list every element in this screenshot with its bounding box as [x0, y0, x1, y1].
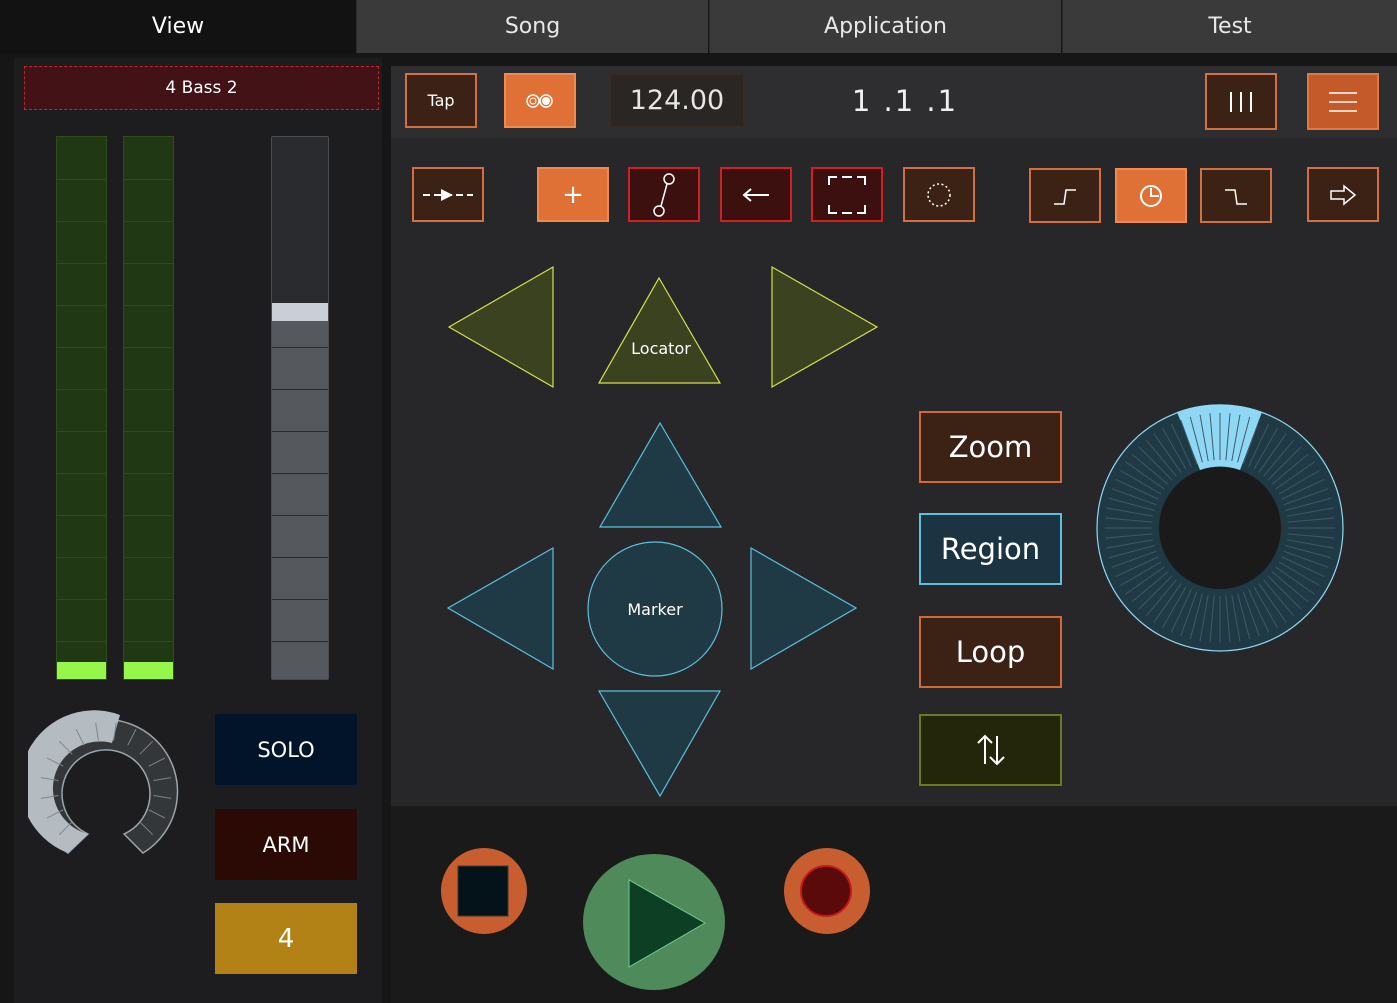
meter-fill [124, 662, 173, 679]
dotted-circle-icon [927, 182, 951, 207]
stop-button[interactable] [438, 846, 530, 938]
play-button[interactable] [581, 852, 729, 992]
solo-button[interactable]: SOLO [215, 714, 357, 785]
jog-wheel[interactable] [1090, 400, 1350, 660]
hamburger-icon [1329, 91, 1357, 112]
region-mode-button[interactable]: Region [919, 513, 1062, 585]
up-down-button[interactable] [919, 714, 1062, 786]
record-button[interactable] [782, 846, 874, 938]
fade-out-icon [1225, 188, 1247, 205]
bpm-display[interactable]: 124.00 [609, 73, 745, 128]
dashed-arrow-icon [423, 188, 473, 201]
marker-label: Marker [627, 600, 683, 619]
track-number-button[interactable]: 4 [215, 903, 357, 974]
marker-up-button[interactable] [598, 421, 723, 528]
zoom-mode-button[interactable]: Zoom [919, 411, 1062, 483]
marker-down-button[interactable] [597, 690, 722, 798]
locator-right-button[interactable] [771, 265, 879, 389]
node-link-icon [653, 172, 675, 217]
double-circle-icon [526, 93, 553, 108]
link-button[interactable] [628, 167, 700, 222]
marker-right-button[interactable] [750, 546, 858, 671]
locator-label: Locator [631, 339, 691, 358]
metronome-button[interactable] [504, 73, 576, 128]
forward-button[interactable] [1307, 167, 1379, 222]
meter-fill [57, 662, 106, 679]
tap-tempo-button[interactable]: Tap [405, 73, 477, 128]
track-name-label[interactable]: 4 Bass 2 [24, 66, 379, 110]
up-down-arrows-icon [976, 734, 1005, 766]
clock-button[interactable] [1115, 168, 1187, 223]
menu-button[interactable] [1307, 73, 1379, 130]
fade-out-button[interactable] [1200, 168, 1272, 223]
transport-bar [391, 806, 1397, 1003]
locator-left-button[interactable] [447, 265, 554, 389]
tab-song[interactable]: Song [356, 0, 708, 53]
left-arrow-icon [742, 187, 769, 202]
clock-icon [1140, 184, 1162, 207]
add-button[interactable]: + [537, 167, 609, 222]
select-button[interactable] [811, 167, 883, 222]
tab-view[interactable]: View [0, 0, 356, 53]
grid-button[interactable] [1205, 73, 1277, 130]
lasso-button[interactable] [903, 167, 975, 222]
level-meter-left [56, 136, 107, 680]
marker-left-button[interactable] [446, 546, 554, 671]
fade-in-icon [1054, 188, 1076, 205]
outline-right-arrow-icon [1330, 183, 1357, 206]
fader-handle[interactable] [272, 303, 328, 321]
arm-button[interactable]: ARM [215, 809, 357, 880]
follow-button[interactable] [412, 167, 484, 222]
navigation-pad: Locator Marker [446, 265, 879, 798]
plus-icon: + [562, 179, 584, 210]
locator-button[interactable] [597, 276, 722, 384]
loop-mode-button[interactable]: Loop [919, 616, 1062, 688]
tab-test[interactable]: Test [1062, 0, 1397, 53]
fade-in-button[interactable] [1029, 168, 1101, 223]
pan-knob[interactable] [28, 710, 188, 860]
three-bars-icon [1230, 91, 1252, 112]
back-button[interactable] [720, 167, 792, 222]
tab-application[interactable]: Application [709, 0, 1061, 53]
bracket-frame-icon [828, 175, 866, 214]
position-display: 1 .1 .1 [851, 84, 959, 118]
level-meter-right [123, 136, 174, 680]
volume-fader[interactable] [271, 136, 329, 680]
